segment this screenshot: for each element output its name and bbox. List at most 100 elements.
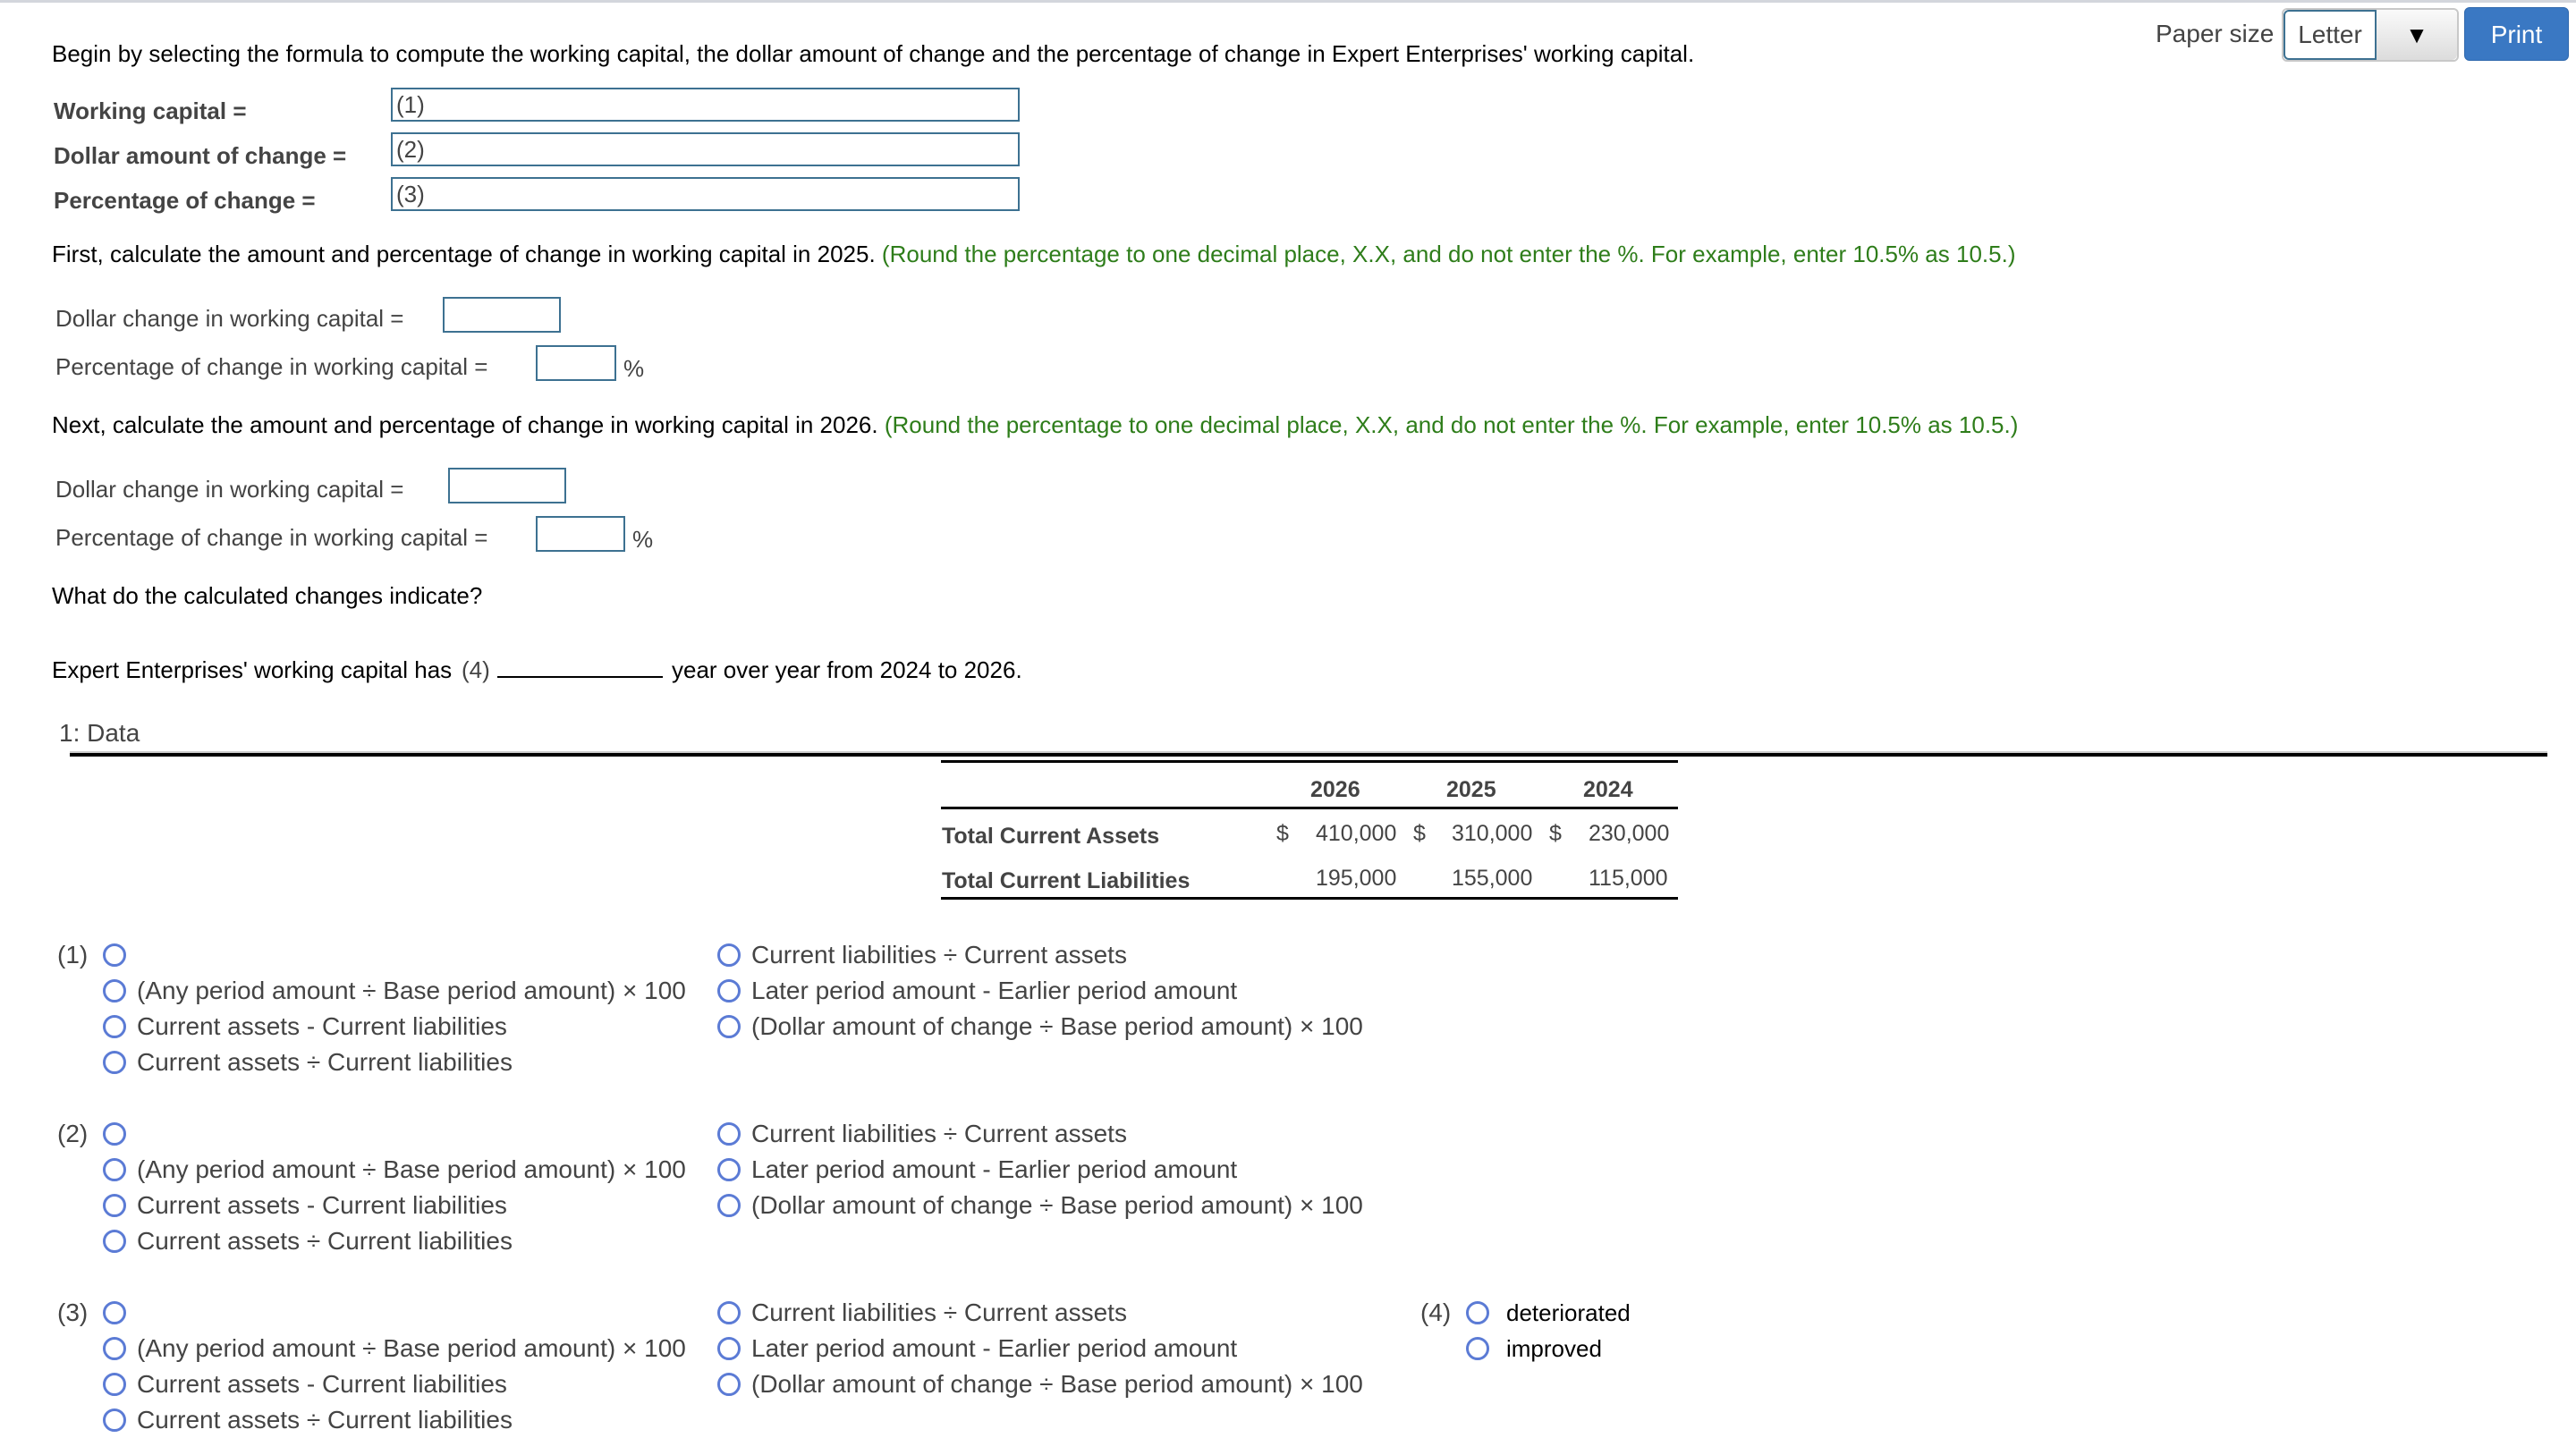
option-label[interactable]: Current assets - Current liabilities <box>137 1370 507 1399</box>
instruction-2025-hint: (Round the percentage to one decimal pla… <box>881 241 2016 267</box>
dollar-change-label: Dollar amount of change = <box>54 142 347 169</box>
option-label[interactable]: Current assets - Current liabilities <box>137 1012 507 1041</box>
dropdown-arrow-icon[interactable]: ▼ <box>2377 10 2457 60</box>
radio-icon[interactable] <box>103 1015 126 1038</box>
cell-value: 410,000 <box>1316 821 1397 846</box>
percent-change-2025-label: Percentage of change in working capital … <box>55 353 488 380</box>
radio-icon[interactable] <box>103 979 126 1002</box>
option-label[interactable]: Current liabilities ÷ Current assets <box>751 1299 1127 1327</box>
percent-sign-2026: % <box>632 526 654 553</box>
option-label[interactable]: Later period amount - Earlier period amo… <box>751 1155 1237 1184</box>
currency-symbol: $ <box>1549 821 1562 846</box>
option-label[interactable]: Current assets ÷ Current liabilities <box>137 1048 513 1077</box>
group-2-label: (2) <box>57 1120 89 1147</box>
radio-icon[interactable] <box>103 1337 126 1360</box>
group-1-label: (1) <box>57 941 89 969</box>
radio-icon[interactable] <box>717 1194 741 1217</box>
cell-value: 310,000 <box>1452 821 1533 846</box>
instruction-2026-text: Next, calculate the amount and percentag… <box>52 411 878 438</box>
option-improved[interactable]: improved <box>1506 1334 1602 1363</box>
column-header-2024: 2024 <box>1583 777 1633 802</box>
data-section-rule <box>70 753 2547 757</box>
cell-value: 195,000 <box>1316 866 1397 891</box>
table-top-rule <box>941 760 1678 763</box>
radio-icon[interactable] <box>1466 1337 1489 1360</box>
print-button[interactable]: Print <box>2464 7 2569 61</box>
option-label[interactable]: Current assets ÷ Current liabilities <box>137 1406 513 1434</box>
conclusion-suffix: year over year from 2024 to 2026. <box>672 656 1022 683</box>
option-label[interactable]: (Any period amount ÷ Base period amount)… <box>137 977 686 1005</box>
radio-icon[interactable] <box>103 1230 126 1253</box>
option-label[interactable]: (Dollar amount of change ÷ Base period a… <box>751 1191 1363 1220</box>
radio-icon[interactable] <box>103 1373 126 1396</box>
question-text: What do the calculated changes indicate? <box>52 582 483 609</box>
option-label[interactable]: Current assets ÷ Current liabilities <box>137 1227 513 1256</box>
radio-icon[interactable] <box>103 1158 126 1181</box>
percent-change-2026-label: Percentage of change in working capital … <box>55 524 488 551</box>
radio-blank-option[interactable] <box>103 1122 126 1146</box>
radio-icon[interactable] <box>717 1122 741 1146</box>
radio-icon[interactable] <box>103 1408 126 1432</box>
currency-symbol: $ <box>1276 821 1289 846</box>
instruction-2025: First, calculate the amount and percenta… <box>52 241 2015 267</box>
instruction-2026: Next, calculate the amount and percentag… <box>52 411 2018 438</box>
conclusion-blank[interactable] <box>497 676 663 678</box>
percent-sign-2025: % <box>623 355 645 382</box>
option-label[interactable]: (Any period amount ÷ Base period amount)… <box>137 1155 686 1184</box>
group-4-label: (4) <box>1420 1299 1452 1326</box>
dollar-change-formula-dropdown[interactable]: (2) <box>391 132 1020 166</box>
percentage-change-formula-dropdown[interactable]: (3) <box>391 177 1020 211</box>
radio-icon[interactable] <box>717 1337 741 1360</box>
paper-size-select[interactable]: Letter ▼ <box>2282 8 2459 62</box>
option-label[interactable]: (Any period amount ÷ Base period amount)… <box>137 1334 686 1363</box>
intro-text: Begin by selecting the formula to comput… <box>52 40 1695 67</box>
paper-size-label: Paper size <box>2156 20 2275 47</box>
working-capital-formula-dropdown[interactable]: (1) <box>391 88 1020 122</box>
radio-icon[interactable] <box>717 1301 741 1324</box>
instruction-2025-text: First, calculate the amount and percenta… <box>52 241 876 267</box>
option-label[interactable]: (Dollar amount of change ÷ Base period a… <box>751 1370 1363 1399</box>
conclusion-marker: (4) <box>462 656 490 683</box>
radio-icon[interactable] <box>717 1015 741 1038</box>
option-deteriorated[interactable]: deteriorated <box>1506 1299 1631 1327</box>
cell-value: 155,000 <box>1452 866 1533 891</box>
data-section-title: 1: Data <box>59 719 140 747</box>
percent-change-2025-input[interactable] <box>536 345 616 381</box>
dollar-change-2026-label: Dollar change in working capital = <box>55 476 404 503</box>
radio-icon[interactable] <box>717 979 741 1002</box>
table-bottom-rule <box>941 897 1678 900</box>
working-capital-label: Working capital = <box>54 97 247 124</box>
radio-icon[interactable] <box>103 1051 126 1074</box>
conclusion-prefix: Expert Enterprises' working capital has <box>52 656 453 683</box>
instruction-2026-hint: (Round the percentage to one decimal pla… <box>884 411 2019 438</box>
option-label[interactable]: Later period amount - Earlier period amo… <box>751 1334 1237 1363</box>
option-label[interactable]: (Dollar amount of change ÷ Base period a… <box>751 1012 1363 1041</box>
radio-blank-option[interactable] <box>103 943 126 967</box>
radio-icon[interactable] <box>717 1373 741 1396</box>
option-label[interactable]: Current assets - Current liabilities <box>137 1191 507 1220</box>
dollar-change-2025-label: Dollar change in working capital = <box>55 305 404 332</box>
row-label: Total Current Liabilities <box>942 868 1191 893</box>
currency-symbol: $ <box>1413 821 1426 846</box>
option-label[interactable]: Current liabilities ÷ Current assets <box>751 1120 1127 1148</box>
column-header-2025: 2025 <box>1446 777 1496 802</box>
cell-value: 230,000 <box>1589 821 1670 846</box>
paper-size-value: Letter <box>2284 10 2377 60</box>
top-border <box>0 0 2576 3</box>
percentage-change-label: Percentage of change = <box>54 187 316 214</box>
radio-icon[interactable] <box>103 1194 126 1217</box>
radio-icon[interactable] <box>717 1158 741 1181</box>
radio-icon[interactable] <box>1466 1301 1489 1324</box>
row-label: Total Current Assets <box>942 824 1160 849</box>
group-3-label: (3) <box>57 1299 89 1326</box>
option-label[interactable]: Later period amount - Earlier period amo… <box>751 977 1237 1005</box>
column-header-2026: 2026 <box>1310 777 1360 802</box>
radio-blank-option[interactable] <box>103 1301 126 1324</box>
option-label[interactable]: Current liabilities ÷ Current assets <box>751 941 1127 969</box>
dollar-change-2026-input[interactable] <box>448 468 566 503</box>
table-header-rule <box>941 807 1678 809</box>
percent-change-2026-input[interactable] <box>536 516 625 552</box>
cell-value: 115,000 <box>1589 866 1668 891</box>
radio-icon[interactable] <box>717 943 741 967</box>
dollar-change-2025-input[interactable] <box>443 297 561 333</box>
